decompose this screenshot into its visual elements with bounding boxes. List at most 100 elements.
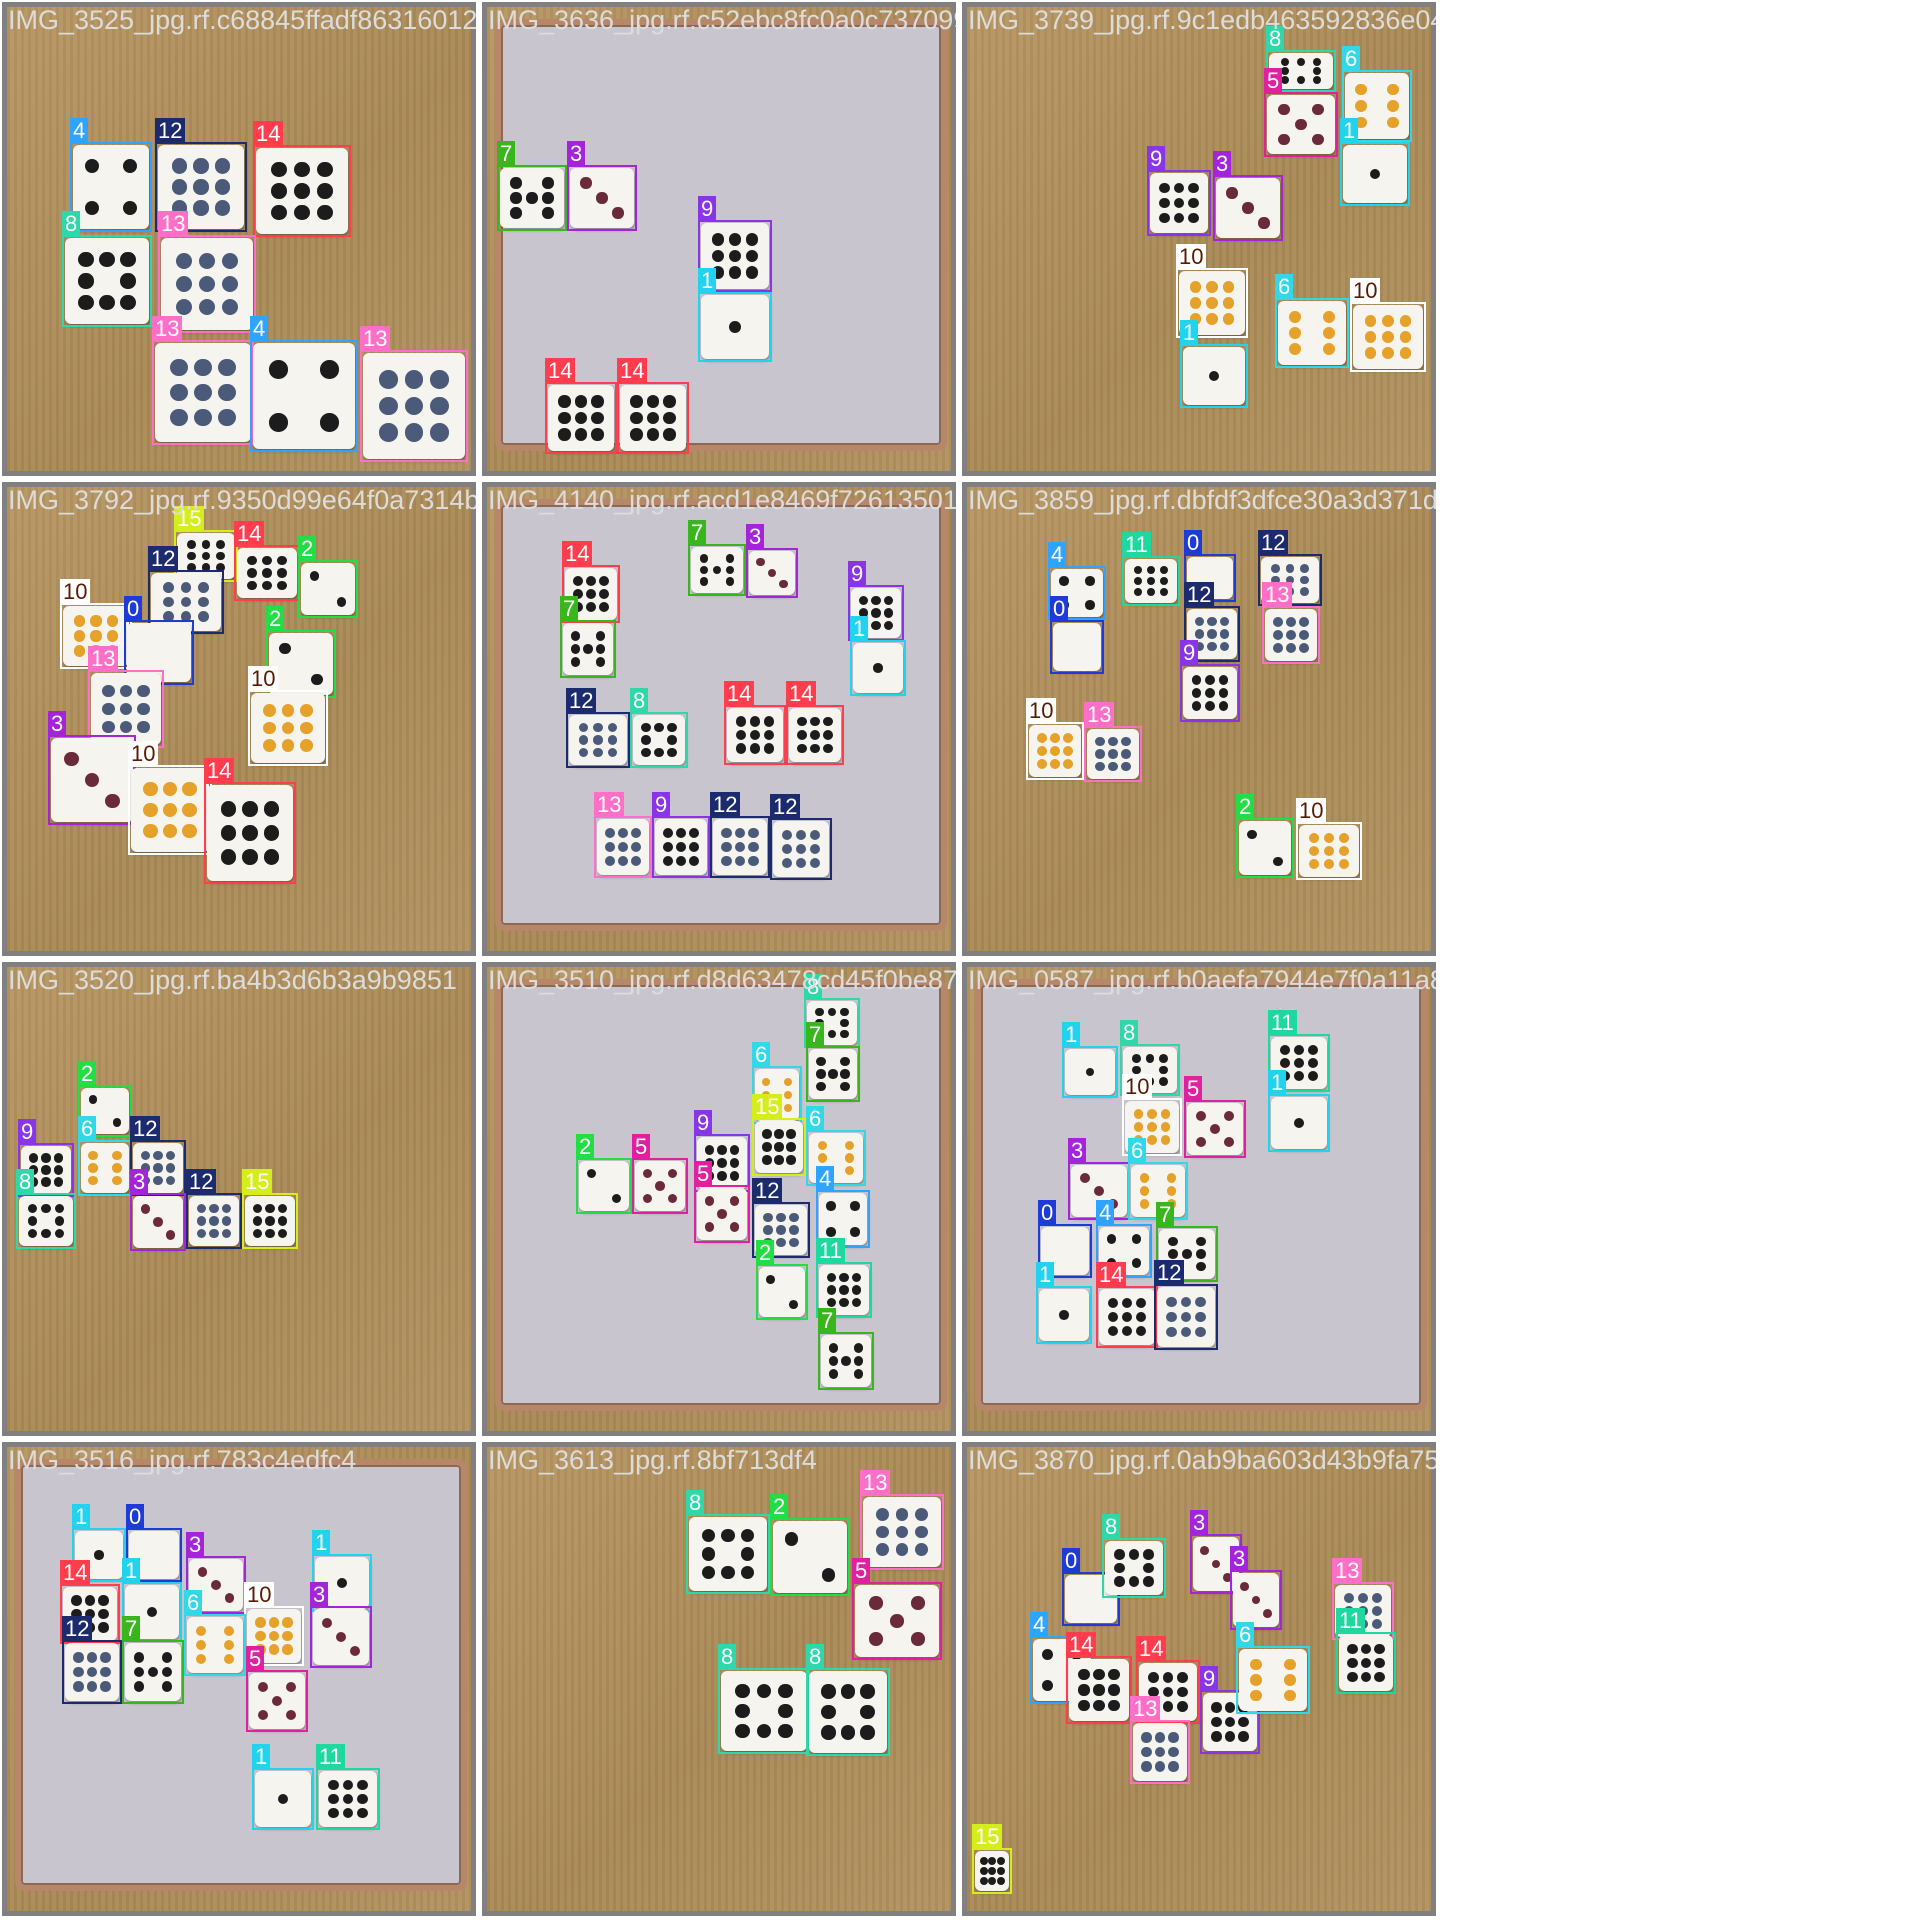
detection-label: 14 [1096,1262,1127,1288]
detection-label: 7 [560,596,579,622]
detection-label: 13 [1262,582,1293,608]
detection-label: 13 [1332,1558,1363,1584]
detection-label: 6 [1128,1138,1147,1164]
detection-box: 1 [1268,1070,1330,1152]
photo: 0 8 3 3 13 4 11 14 14 9 6 13 15 [967,1447,1431,1911]
detection-label: 9 [698,196,717,222]
image-panel: 8 2 13 5 8 8 IMG_3613_jpg.rf.8bf713df4 [482,1442,956,1916]
detection-label: 0 [126,1504,145,1530]
detection-label: 13 [158,211,189,237]
detection-label: 6 [184,1590,203,1616]
detection-label: 12 [130,1116,161,1142]
detection-label: 13 [88,646,119,672]
detection-label: 3 [1190,1510,1209,1536]
detection-label: 8 [718,1644,737,1670]
detection-label: 15 [752,1094,783,1120]
detection-box: 3 [1213,151,1283,241]
detection-label: 8 [686,1490,705,1516]
detection-box: 5 [1184,1076,1246,1158]
image-panel: 8 6 5 1 9 3 10 6 10 1 IMG_3739_jpg.rf.9c1edb463592… [962,2,1436,476]
detection-label: 4 [70,118,89,144]
detection-label: 1 [1340,118,1359,144]
image-filename: IMG_3516_jpg.rf.783c4edfc4 [8,1445,357,1475]
detection-label: 12 [186,1169,217,1195]
detection-box: 5 [246,1646,308,1732]
detection-label: 1 [1036,1262,1055,1288]
image-panel: 8 7 6 9 15 6 2 5 5 12 4 11 2 7 IMG_3510_jpg.rf.d8d6347… [482,962,956,1436]
detection-box: 7 [818,1308,874,1390]
detection-label: 13 [152,316,183,342]
photo: 7 3 9 1 14 14 [487,7,951,471]
detection-label: 11 [1122,532,1151,558]
detection-label: 3 [130,1169,149,1195]
detection-box: 13 [360,326,468,462]
detection-box: 7 [560,596,616,678]
detection-box: 5 [632,1134,688,1214]
detection-box: 8 [718,1644,810,1754]
photo: 2 9 6 12 8 3 12 15 [7,967,471,1431]
detection-box: 14 [1066,1632,1132,1724]
detection-label: 13 [594,792,625,818]
detection-box: 15 [752,1094,806,1176]
detection-box: 5 [1264,68,1338,157]
detection-box: 6 [1236,1622,1310,1714]
detection-label: 0 [1184,530,1203,556]
detection-box: 12 [186,1169,242,1249]
detection-label: 12 [1154,1260,1185,1286]
detection-box: 3 [567,141,637,231]
detection-box: 1 [1180,320,1248,408]
detection-label: 3 [310,1582,329,1608]
detection-box: 12 [710,792,770,878]
detection-label: 6 [78,1116,97,1142]
detection-label: 10 [1026,698,1057,724]
detection-box: 9 [1147,146,1211,236]
detection-label: 2 [770,1494,789,1520]
detection-label: 1 [122,1558,141,1584]
detection-box: 8 [686,1490,770,1594]
detection-label: 8 [1120,1020,1139,1046]
detection-label: 7 [497,141,516,167]
detection-label: 14 [724,681,755,707]
detection-box: 4 [70,118,152,232]
detection-label: 8 [1102,1514,1121,1540]
detection-box: 12 [62,1616,122,1704]
detection-label: 0 [124,596,143,622]
detection-box: 7 [497,141,567,231]
detection-box: 2 [298,536,358,618]
detection-label: 14 [253,121,284,147]
detection-label: 11 [1336,1608,1365,1634]
detection-box: 15 [242,1169,298,1249]
detection-label: 12 [1258,530,1289,556]
detection-box: 3 [130,1169,186,1251]
detection-label: 2 [78,1061,97,1087]
detection-box: 13 [1130,1696,1190,1784]
detection-box: 14 [234,521,300,601]
detection-label: 9 [848,561,867,587]
detection-label: 9 [652,792,671,818]
detection-label: 8 [630,688,649,714]
detection-label: 13 [360,326,391,352]
detection-box: 10 [1350,278,1426,372]
image-filename: IMG_3520_jpg.rf.ba4b3d6b3a9b9851 [8,965,457,995]
detection-box: 1 [252,1744,314,1830]
detection-box: 7 [806,1022,860,1102]
detection-box: 11 [316,1744,380,1830]
detection-label: 6 [1342,46,1361,72]
detection-label: 12 [1184,582,1215,608]
detection-label: 5 [1264,68,1283,94]
detection-label: 10 [1350,278,1381,304]
detection-label: 10 [1122,1074,1153,1100]
detection-label: 7 [818,1308,837,1334]
detection-box: 13 [1262,582,1320,664]
detection-label: 11 [816,1238,845,1264]
photo: 15 14 2 12 10 0 2 13 10 3 10 14 [7,487,471,951]
detection-label: 7 [806,1022,825,1048]
detection-label: 10 [1296,798,1327,824]
detection-label: 12 [752,1178,783,1204]
image-panel: 1 0 3 1 14 1 10 3 12 7 6 5 1 11 IMG_3516_jpg.rf.783c4e… [2,1442,476,1916]
detection-label: 2 [266,606,285,632]
detection-label: 0 [1038,1200,1057,1226]
detection-label: 12 [62,1616,93,1642]
detection-box: 10 [1296,798,1362,880]
detection-box: 0 [1050,596,1104,674]
